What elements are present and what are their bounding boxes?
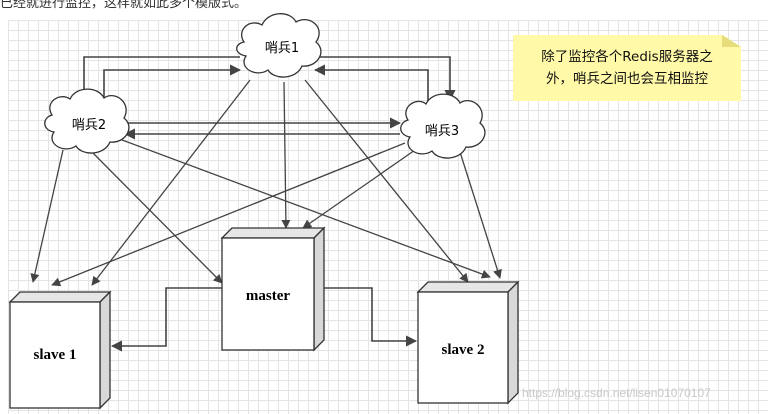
note-line-1: 除了监控各个Redis服务器之 — [541, 49, 713, 65]
note-line-2: 外，哨兵之间也会互相监控 — [546, 71, 708, 87]
master-server: master — [220, 226, 326, 352]
sentinel-2-label: 哨兵2 — [72, 118, 106, 133]
box-top — [220, 227, 326, 239]
link-s2-s1-inner — [103, 64, 242, 100]
master-label: master — [246, 288, 290, 304]
box-top — [416, 281, 520, 293]
sentinel-1: 哨兵1 — [236, 13, 322, 78]
link-s2-slave1 — [30, 149, 64, 283]
box-side — [313, 226, 325, 352]
link-s1-s3-outer — [315, 56, 456, 102]
link-s3-s1-inner — [313, 64, 429, 105]
sentinel-1-label: 哨兵1 — [265, 41, 299, 56]
sentinel-3-label: 哨兵3 — [425, 124, 459, 139]
slave-2-server: slave 2 — [416, 280, 520, 405]
sentinel-2: 哨兵2 — [44, 88, 130, 154]
link-s1-s2-outer — [78, 56, 240, 102]
box-top — [8, 291, 112, 303]
note-text: 除了监控各个Redis服务器之 外，哨兵之间也会互相监控 — [513, 46, 741, 90]
slave-2-label: slave 2 — [442, 342, 485, 358]
sentinel-3: 哨兵3 — [400, 93, 486, 159]
slave-1-label: slave 1 — [34, 347, 77, 363]
box-side — [99, 290, 111, 410]
link-s3-slave2 — [459, 151, 502, 279]
slave-1-server: slave 1 — [8, 290, 112, 410]
link-master-slave1 — [110, 287, 222, 352]
link-s1-master — [281, 81, 291, 229]
watermark: https://blog.csdn.net/lisen01070107 — [522, 386, 711, 400]
box-side — [507, 280, 519, 405]
link-master-slave2 — [324, 287, 418, 347]
